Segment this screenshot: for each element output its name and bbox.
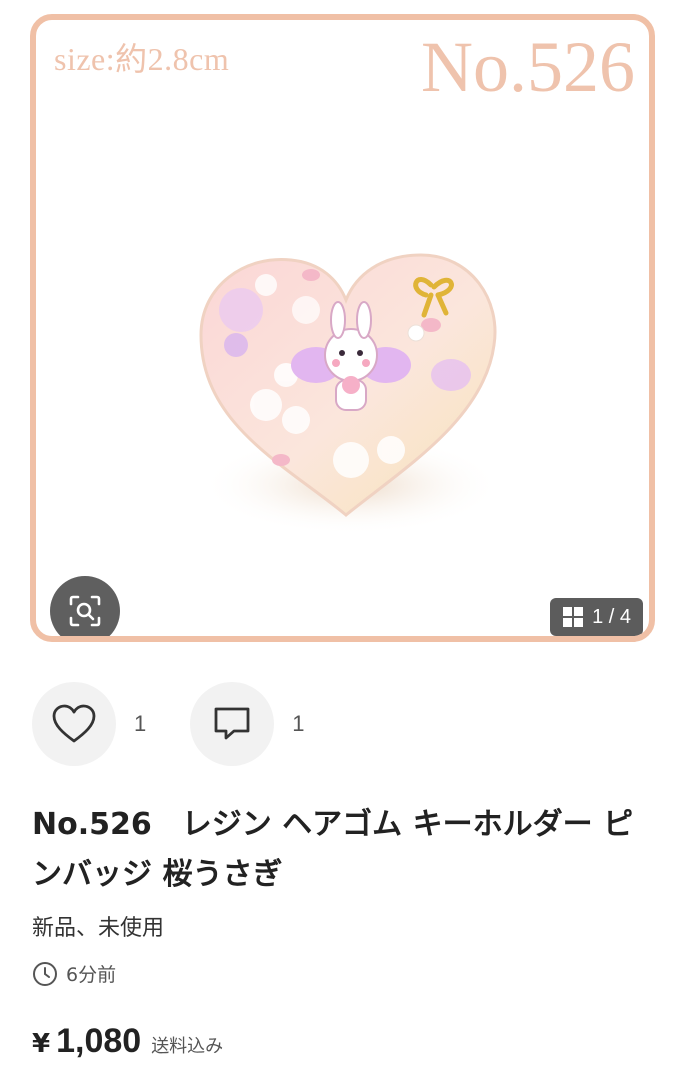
currency-symbol: ¥ — [32, 1029, 51, 1059]
posted-time-text: 6分前 — [66, 964, 117, 986]
like-button[interactable] — [32, 682, 116, 766]
posted-time: 6分前 — [32, 960, 116, 987]
price-value: 1,080 — [56, 1022, 142, 1060]
item-condition: 新品、未使用 — [32, 916, 165, 941]
heart-resin-image — [199, 253, 501, 535]
shipping-note: 送料込み — [151, 1036, 224, 1057]
zoom-button[interactable] — [50, 576, 120, 636]
clock-icon — [33, 961, 57, 986]
like-count: 1 — [134, 711, 147, 736]
item-number-text: No.526 — [421, 27, 635, 107]
size-text: size:約2.8cm — [54, 41, 230, 77]
action-row: 1 1 — [32, 682, 349, 766]
grid-icon — [563, 607, 584, 627]
price-row: ¥ 1,080 送料込み — [32, 1022, 223, 1061]
heart-icon — [52, 704, 96, 743]
image-counter: 1 / 4 — [550, 598, 643, 636]
scan-search-icon — [69, 595, 101, 627]
comment-count: 1 — [292, 711, 305, 736]
comment-icon — [214, 707, 250, 740]
image-counter-text: 1 / 4 — [592, 605, 631, 628]
product-photo[interactable]: size:約2.8cm No.526 1 / 4 — [30, 14, 655, 642]
comment-button[interactable] — [190, 682, 275, 766]
item-title: No.526 レジン ヘアゴム キーホルダー ピンバッジ 桜うさぎ — [32, 807, 634, 892]
